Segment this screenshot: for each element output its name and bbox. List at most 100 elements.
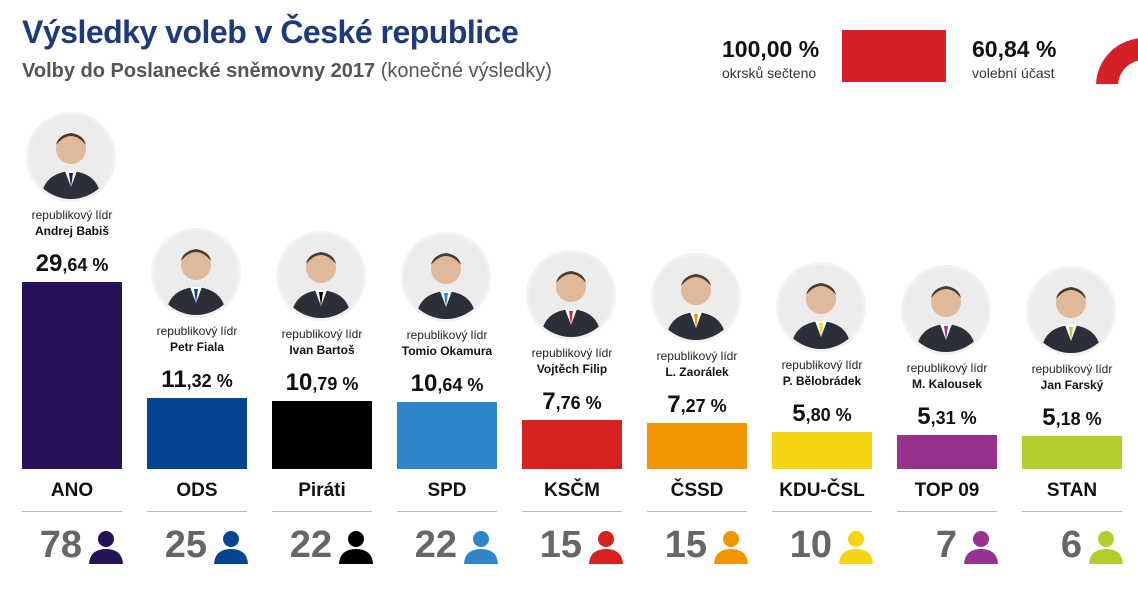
leader-role: republikový lídr (1031, 362, 1113, 376)
vote-share-dec: ,64 % (62, 255, 109, 275)
bar-piráti (272, 401, 372, 469)
party-name: STAN (1046, 480, 1098, 501)
vote-share-label: 10,79 % (257, 369, 387, 397)
seat-person-svg (964, 531, 998, 564)
party-divider (22, 511, 122, 512)
leader-role: republikový lídr (281, 327, 363, 341)
vote-share-int: 7 (667, 391, 681, 418)
seat-person-svg (839, 531, 873, 564)
vote-share-label: 5,18 % (1007, 404, 1137, 432)
vote-share-int: 10 (285, 369, 313, 396)
leader-name: Ivan Bartoš (289, 343, 355, 357)
party-divider (772, 511, 872, 512)
leader-role: republikový lídr (31, 208, 113, 222)
leader-portrait (401, 232, 491, 322)
seat-person-svg (1089, 531, 1123, 564)
person-icon (963, 530, 999, 564)
bar-kdu-čsl (772, 432, 872, 469)
party-column: republikový lídr P. Bělobrádek 5,80 % KD… (772, 0, 873, 606)
vote-share-dec: ,76 % (555, 393, 602, 413)
person-icon (588, 530, 624, 564)
leader-name: M. Kalousek (911, 377, 983, 391)
party-name: SPD (427, 480, 467, 501)
leader-name: Tomio Okamura (401, 344, 493, 358)
seat-count: 15 (639, 524, 749, 568)
seat-person-svg (339, 531, 373, 564)
bar-ods (147, 398, 247, 469)
seat-number: 10 (789, 524, 832, 566)
seat-count: 22 (389, 524, 499, 568)
vote-share-dec: ,32 % (186, 371, 233, 391)
party-divider (647, 511, 747, 512)
portrait-svg (154, 231, 238, 315)
party-divider (272, 511, 372, 512)
bar-ksčm (522, 420, 622, 469)
leader-role: republikový lídr (406, 328, 488, 342)
party-name: ČSSD (670, 480, 724, 501)
seat-count: 6 (1014, 524, 1124, 568)
seat-number: 15 (539, 524, 582, 566)
party-column: republikový lídr Andrej Babiš 29,64 % AN… (22, 0, 124, 606)
seat-number: 22 (289, 524, 332, 566)
bar-spd (397, 402, 497, 469)
seat-count: 10 (764, 524, 874, 568)
portrait-svg (904, 268, 988, 352)
vote-share-dec: ,80 % (805, 405, 852, 425)
portrait-svg (1029, 269, 1113, 353)
vote-share-label: 11,32 % (132, 366, 262, 394)
vote-share-int: 5 (917, 403, 931, 430)
seat-number: 7 (935, 524, 957, 566)
vote-share-int: 5 (1042, 404, 1056, 431)
vote-share-dec: ,18 % (1055, 409, 1102, 429)
bar-stan (1022, 436, 1122, 469)
leader-portrait (776, 262, 866, 352)
party-divider (1022, 511, 1122, 512)
bar-ano (22, 282, 122, 469)
party-column: republikový lídr Jan Farský 5,18 % STAN … (1022, 0, 1123, 606)
seat-count: 22 (264, 524, 374, 568)
portrait-svg (404, 235, 488, 319)
vote-share-dec: ,64 % (437, 375, 484, 395)
party-column: republikový lídr Petr Fiala 11,32 % ODS … (147, 0, 248, 606)
leader-name: P. Bělobrádek (782, 374, 862, 388)
leader-name: Andrej Babiš (34, 224, 109, 238)
leader-name: Petr Fiala (169, 340, 225, 354)
vote-share-dec: ,27 % (680, 396, 727, 416)
leader-role: republikový lídr (656, 349, 738, 363)
leader-role: republikový lídr (781, 358, 863, 372)
seat-person-svg (589, 531, 623, 564)
vote-share-label: 5,31 % (882, 403, 1012, 431)
party-name: Piráti (298, 480, 346, 501)
leader-portrait (651, 253, 741, 343)
seat-person-svg (714, 531, 748, 564)
party-column: republikový lídr Tomio Okamura 10,64 % S… (397, 0, 498, 606)
bar-top-09 (897, 435, 997, 469)
leader-portrait (1026, 266, 1116, 356)
leader-portrait (151, 228, 241, 318)
leader-portrait (26, 112, 116, 202)
leader-name: Jan Farský (1040, 378, 1104, 392)
leader-name: Vojtěch Filip (536, 362, 608, 376)
vote-share-int: 7 (542, 388, 556, 415)
seat-count: 25 (139, 524, 249, 568)
leader-role: republikový lídr (156, 324, 238, 338)
party-column: republikový lídr M. Kalousek 5,31 % TOP … (897, 0, 998, 606)
person-icon (88, 530, 124, 564)
vote-share-label: 10,64 % (382, 370, 512, 398)
party-name: KSČM (544, 480, 600, 501)
person-icon (213, 530, 249, 564)
party-divider (897, 511, 997, 512)
seat-number: 25 (164, 524, 207, 566)
vote-share-label: 7,76 % (507, 388, 637, 416)
seat-number: 78 (39, 524, 82, 566)
party-name: TOP 09 (914, 480, 980, 501)
party-name: KDU-ČSL (779, 480, 865, 501)
seat-number: 6 (1060, 524, 1082, 566)
vote-share-label: 29,64 % (7, 250, 137, 278)
leader-name: L. Zaorálek (665, 365, 729, 379)
seat-count: 7 (889, 524, 999, 568)
seat-person-svg (214, 531, 248, 564)
leader-portrait (276, 231, 366, 321)
portrait-svg (779, 265, 863, 349)
person-icon (1088, 530, 1124, 564)
